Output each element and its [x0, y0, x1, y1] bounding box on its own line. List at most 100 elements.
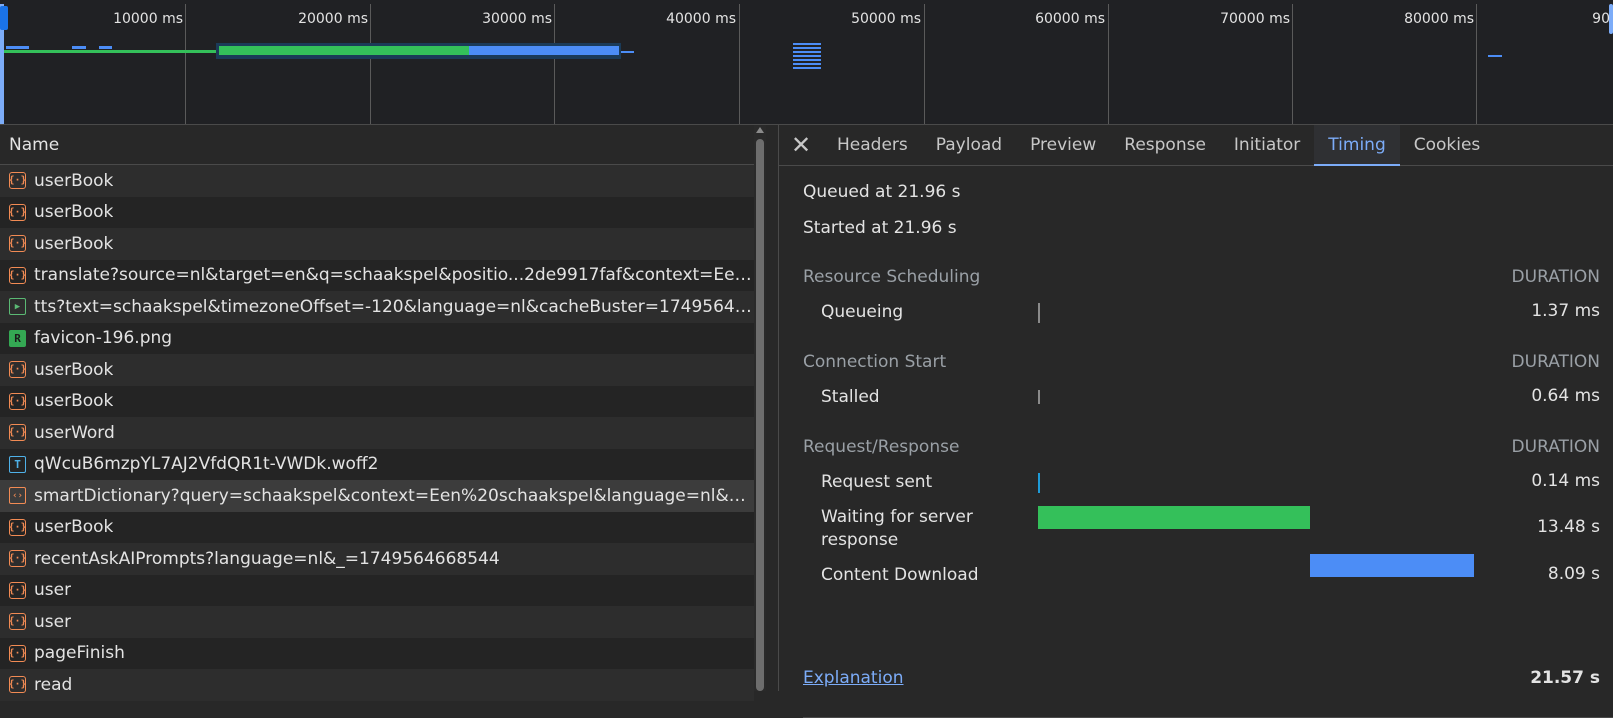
json-type-icon: {·}	[8, 203, 27, 221]
name-column-header[interactable]: Name	[0, 125, 754, 165]
json-type-icon: {·}	[8, 581, 27, 599]
request-row[interactable]: {·} user	[0, 606, 754, 638]
request-name: translate?source=nl&target=en&q=schaaksp…	[34, 265, 754, 286]
queued-at: Queued at 21.96 s	[803, 182, 961, 202]
request-name: recentAskAIPrompts?language=nl&_=1749564…	[34, 548, 500, 569]
request-name: tts?text=schaakspel&timezoneOffset=-120&…	[34, 296, 754, 317]
request-name: favicon-196.png	[34, 328, 173, 349]
request-name: smartDictionary?query=schaakspel&context…	[34, 485, 754, 506]
request-name: userWord	[34, 422, 115, 443]
request-row[interactable]: {·} userBook	[0, 228, 754, 260]
tick-line	[924, 4, 925, 124]
request-sent-bar	[1038, 473, 1040, 493]
overview-bar	[219, 46, 469, 55]
overview-left-knob[interactable]	[0, 6, 8, 30]
tab-initiator[interactable]: Initiator	[1220, 125, 1314, 165]
duration-header: DURATION	[1511, 267, 1600, 287]
request-name: user	[34, 580, 72, 601]
overview-bar	[4, 50, 216, 53]
tick-label: 80000 ms	[1404, 11, 1474, 27]
overview-bar	[621, 51, 634, 53]
request-list: Name {·} userBook {·} userBook {·} userBook {·…	[0, 125, 766, 701]
request-row[interactable]: {·} userBook	[0, 354, 754, 386]
json-type-icon: {·}	[8, 424, 27, 442]
request-row[interactable]: {·} user	[0, 574, 754, 606]
font-type-icon: T	[9, 455, 26, 473]
tick-line	[1292, 4, 1293, 124]
json-type-icon: {·}	[8, 644, 27, 662]
request-name: userBook	[34, 517, 114, 538]
json-type-icon: {·}	[8, 613, 27, 631]
request-row[interactable]: Rfavicon-196.png	[0, 322, 754, 354]
tick-line	[370, 4, 371, 124]
duration-header: DURATION	[1511, 437, 1600, 457]
phase-request-sent-label: Request sent	[821, 472, 933, 492]
phase-stalled-value: 0.64 ms	[1531, 386, 1600, 406]
tick-label: 50000 ms	[851, 11, 921, 27]
request-name: user	[34, 611, 72, 632]
section-request-response: Request/Response	[803, 437, 960, 457]
duration-header: DURATION	[1511, 352, 1600, 372]
request-row[interactable]: {·} recentAskAIPrompts?language=nl&_=1749…	[0, 543, 754, 575]
tick-line	[554, 4, 555, 124]
phase-request-sent-value: 0.14 ms	[1531, 471, 1600, 491]
tab-timing[interactable]: Timing	[1314, 125, 1401, 166]
download-bar	[1310, 554, 1474, 577]
request-row[interactable]: {·} userBook	[0, 196, 754, 228]
tick-label: 70000 ms	[1220, 11, 1290, 27]
tick-label: 10000 ms	[113, 11, 183, 27]
waiting-bar	[1038, 506, 1310, 529]
media-type-icon: ▶	[9, 298, 26, 316]
request-row[interactable]: {·} userBook	[0, 511, 754, 543]
tick-label: 90	[1592, 11, 1610, 27]
request-detail-panel: ✕ Headers Payload Preview Response Initi…	[778, 125, 1613, 718]
request-row[interactable]: ▶ tts?text=schaakspel&timezoneOffset=-120…	[0, 291, 754, 323]
tick-label: 40000 ms	[666, 11, 736, 27]
request-name: pageFinish	[34, 643, 125, 664]
json-type-icon: {·}	[8, 235, 27, 253]
json-type-icon: {·}	[8, 392, 27, 410]
json-type-icon: {·}	[8, 172, 27, 190]
overview-bar	[1488, 55, 1502, 57]
tab-headers[interactable]: Headers	[823, 125, 922, 165]
phase-waiting-value: 13.48 s	[1537, 517, 1600, 537]
tick-line	[1476, 4, 1477, 124]
phase-download-value: 8.09 s	[1547, 564, 1600, 584]
scroll-up-arrow-icon[interactable]	[756, 127, 764, 133]
request-name: userBook	[34, 170, 114, 191]
request-name: qWcuB6mzpYL7AJ2VfdQR1t-VWDk.woff2	[34, 454, 379, 475]
tab-response[interactable]: Response	[1110, 125, 1220, 165]
network-overview[interactable]: 10000 ms 20000 ms 30000 ms 40000 ms 5000…	[0, 0, 1613, 125]
doc-type-icon: ‹›	[9, 487, 26, 505]
json-type-icon: {·}	[8, 518, 27, 536]
tab-cookies[interactable]: Cookies	[1400, 125, 1495, 165]
overview-bar	[469, 46, 619, 55]
tick-label: 60000 ms	[1035, 11, 1105, 27]
stalled-bar	[1038, 390, 1040, 404]
tick-label: 30000 ms	[482, 11, 552, 27]
tab-payload[interactable]: Payload	[922, 125, 1016, 165]
phase-waiting-label: Waiting for server response	[821, 507, 973, 550]
request-row[interactable]: {·} userWord	[0, 417, 754, 449]
request-row[interactable]: TqWcuB6mzpYL7AJ2VfdQR1t-VWDk.woff2	[0, 448, 754, 480]
queueing-bar	[1038, 303, 1040, 323]
scrollbar-thumb[interactable]	[756, 139, 764, 691]
request-name: userBook	[34, 391, 114, 412]
request-row[interactable]: {·} pageFinish	[0, 637, 754, 669]
request-name: userBook	[34, 359, 114, 380]
request-row[interactable]: {·} read	[0, 669, 754, 701]
request-row[interactable]: ‹› smartDictionary?query=schaakspel&conte…	[0, 480, 754, 512]
request-row[interactable]: {·} translate?source=nl&target=en&q=schaa…	[0, 259, 754, 291]
tab-preview[interactable]: Preview	[1016, 125, 1110, 165]
json-type-icon: {·}	[8, 361, 27, 379]
explanation-link[interactable]: Explanation	[803, 668, 904, 688]
name-column-label: Name	[9, 134, 60, 155]
request-row[interactable]: {·} userBook	[0, 385, 754, 417]
request-name: userBook	[34, 233, 114, 254]
overview-bar	[99, 46, 112, 49]
close-icon[interactable]: ✕	[779, 125, 823, 165]
request-row[interactable]: {·} userBook	[0, 165, 754, 197]
json-type-icon: {·}	[8, 550, 27, 568]
tick-label: 20000 ms	[298, 11, 368, 27]
list-scrollbar[interactable]	[754, 125, 766, 691]
